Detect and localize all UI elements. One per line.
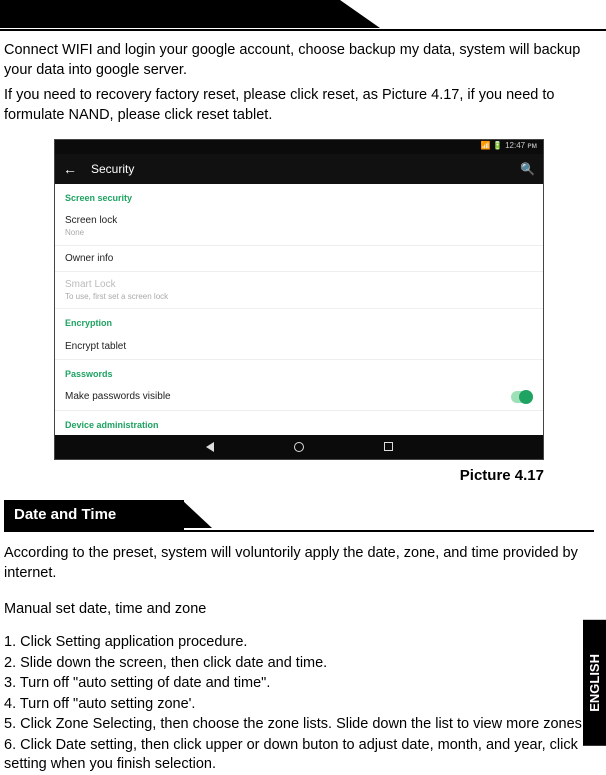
nav-recent-icon[interactable]: [384, 442, 393, 451]
language-tab: ENGLISH: [583, 620, 606, 746]
password-visible-toggle[interactable]: [511, 391, 533, 403]
password-visible-label: Make passwords visible: [65, 390, 171, 404]
row-smart-lock: Smart Lock To use, first set a screen lo…: [55, 272, 543, 309]
row-encrypt-tablet[interactable]: Encrypt tablet: [55, 334, 543, 361]
intro-paragraph-1: Connect WIFI and login your google accou…: [4, 41, 594, 80]
manual-heading: Manual set date, time and zone: [4, 600, 594, 620]
screen-title: Security: [91, 161, 134, 177]
top-banner: [0, 0, 340, 28]
smart-lock-sub: To use, first set a screen lock: [65, 292, 168, 303]
date-time-heading: Date and Time: [4, 500, 184, 530]
step-4: 4. Turn off "auto setting zone'.: [4, 695, 594, 715]
owner-info-label: Owner info: [65, 252, 113, 266]
step-3: 3. Turn off "auto setting of date and ti…: [4, 674, 594, 694]
top-black-bar: [0, 0, 340, 28]
smart-lock-label: Smart Lock: [65, 278, 168, 292]
screen-lock-label: Screen lock: [65, 214, 117, 228]
nav-back-icon[interactable]: [206, 442, 214, 452]
page-content: Connect WIFI and login your google accou…: [0, 31, 606, 775]
figure-caption: Picture 4.17: [4, 466, 594, 486]
section-passwords: Passwords: [55, 360, 543, 384]
date-time-intro: According to the preset, system will vol…: [4, 544, 594, 583]
android-screenshot: 📶 🔋 12:47 ᴘᴍ ← Security 🔍 Screen securit…: [54, 139, 544, 460]
status-bar: 📶 🔋 12:47 ᴘᴍ: [55, 140, 543, 154]
section-heading-wrap: Date and Time: [4, 500, 594, 532]
intro-paragraph-2: If you need to recovery factory reset, p…: [4, 86, 594, 125]
step-2: 2. Slide down the screen, then click dat…: [4, 654, 594, 674]
steps-list: 1. Click Setting application procedure. …: [4, 633, 594, 775]
row-password-visible[interactable]: Make passwords visible: [55, 384, 543, 411]
section-device-admin: Device administration: [55, 411, 543, 435]
section-encryption: Encryption: [55, 309, 543, 333]
nav-home-icon[interactable]: [294, 442, 304, 452]
row-screen-lock[interactable]: Screen lock None: [55, 208, 543, 245]
search-icon[interactable]: 🔍: [520, 161, 535, 177]
screen-lock-sub: None: [65, 228, 117, 239]
step-1: 1. Click Setting application procedure.: [4, 633, 594, 653]
title-bar: ← Security 🔍: [55, 154, 543, 184]
divider: [4, 530, 594, 532]
step-5: 5. Click Zone Selecting, then choose the…: [4, 715, 594, 735]
nav-bar: [55, 435, 543, 459]
row-owner-info[interactable]: Owner info: [55, 246, 543, 273]
back-arrow-icon[interactable]: ←: [63, 160, 77, 179]
step-6: 6. Click Date setting, then click upper …: [4, 736, 594, 775]
section-screen-security: Screen security: [55, 184, 543, 208]
encrypt-tablet-label: Encrypt tablet: [65, 340, 126, 354]
status-right: 📶 🔋 12:47 ᴘᴍ: [481, 141, 537, 150]
